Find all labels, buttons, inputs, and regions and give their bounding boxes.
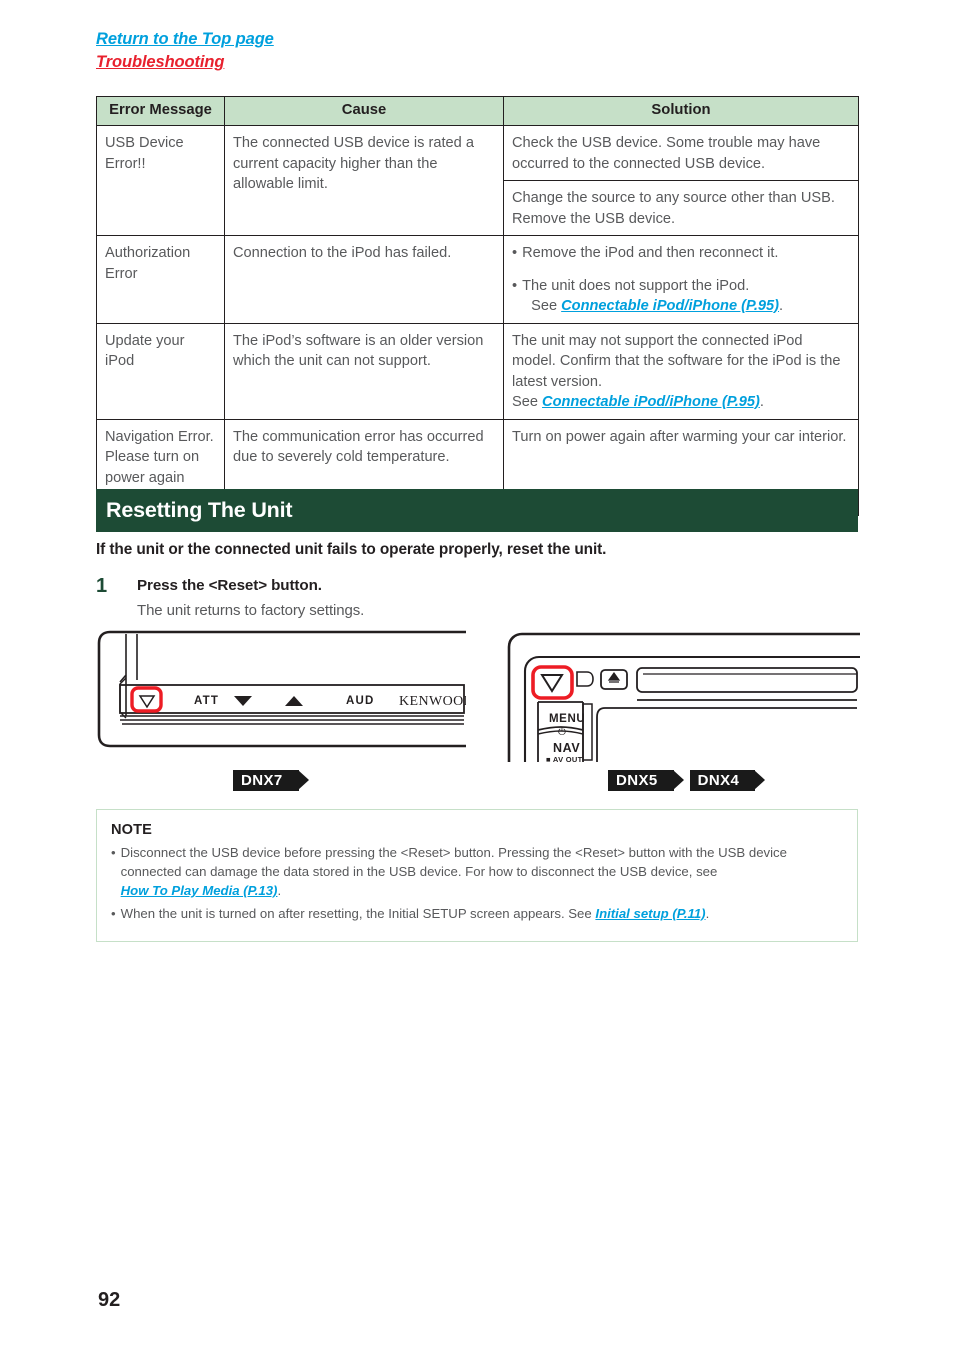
step-title: Press the <Reset> button. xyxy=(137,577,322,594)
reset-button-highlight xyxy=(531,665,574,700)
column-header-error-message: Error Message xyxy=(96,96,225,126)
note-text-before: When the unit is turned on after resetti… xyxy=(120,906,596,921)
model-badge-dnx4: DNX4 xyxy=(689,770,765,791)
solution-text: The unit may not support the connected i… xyxy=(512,332,841,390)
how-to-play-media-link[interactable]: How To Play Media (P.13) xyxy=(121,883,278,898)
cell-error-message: USB Device Error!! xyxy=(96,125,225,236)
table-row: Update your iPod The iPod’s software is … xyxy=(96,322,859,420)
model-badge-dnx5: DNX5 xyxy=(608,770,684,791)
cell-solution: • Remove the iPod and then reconnect it.… xyxy=(503,235,859,324)
note-box: NOTE • Disconnect the USB device before … xyxy=(96,809,858,942)
connectable-ipod-link[interactable]: Connectable iPod/iPhone (P.95) xyxy=(542,394,760,410)
solution-bullet: • The unit does not support the iPod. Se… xyxy=(512,276,850,317)
see-prefix: See xyxy=(512,394,543,410)
return-to-top-link[interactable]: Return to the Top page xyxy=(96,28,274,50)
dnx7-faceplate-drawing: ATT AUD KENWOOD xyxy=(97,630,466,748)
cell-solution: Check the USB device. Some trouble may h… xyxy=(503,125,859,181)
note-item-text: Disconnect the USB device before pressin… xyxy=(121,843,843,900)
label-menu: MENU xyxy=(549,713,585,725)
column-header-solution: Solution xyxy=(503,96,859,126)
initial-setup-link[interactable]: Initial setup (P.11) xyxy=(595,906,705,921)
see-reference: See Connectable iPod/iPhone (P.95). xyxy=(522,296,850,317)
label-av-out: ■ AV OUT xyxy=(546,755,583,762)
note-text-before: Disconnect the USB device before pressin… xyxy=(120,845,787,879)
step-number: 1 xyxy=(96,575,108,597)
table-row: Authorization Error Connection to the iP… xyxy=(96,235,859,324)
page-number: 92 xyxy=(98,1289,121,1311)
see-prefix: See xyxy=(531,298,562,314)
badge-row-left: DNX7 xyxy=(233,770,309,791)
dnx5-dnx4-faceplate-drawing: MENU ⏻ NAV ■ AV OUT xyxy=(507,632,860,762)
label-aud: AUD xyxy=(346,695,375,707)
label-att: ATT xyxy=(194,695,219,707)
illustration-dnx5-dnx4: MENU ⏻ NAV ■ AV OUT xyxy=(505,630,860,762)
section-title-bar: Resetting The Unit xyxy=(96,489,858,532)
column-header-cause: Cause xyxy=(224,96,504,126)
bullet-icon: • xyxy=(111,845,116,860)
step-description: The unit returns to factory settings. xyxy=(137,602,365,619)
label-nav: NAV xyxy=(553,741,580,755)
bullet-text: The unit does not support the iPod. See … xyxy=(522,276,850,317)
table-header-row: Error Message Cause Solution xyxy=(96,96,859,126)
bullet-icon: • xyxy=(512,245,518,261)
bullet-icon: • xyxy=(111,906,116,921)
power-icon: ⏻ xyxy=(558,727,566,738)
illustration-dnx7: ATT AUD KENWOOD xyxy=(96,630,466,762)
cell-solution: Change the source to any source other th… xyxy=(503,180,859,236)
note-text-after: . xyxy=(277,883,282,898)
cell-error-message: Update your iPod xyxy=(96,322,225,420)
note-text-after: . xyxy=(705,906,710,921)
note-item-text: When the unit is turned on after resetti… xyxy=(121,904,710,923)
troubleshooting-link[interactable]: Troubleshooting xyxy=(96,51,224,73)
cell-solution: The unit may not support the connected i… xyxy=(503,322,859,420)
see-suffix: . xyxy=(759,394,764,410)
note-title: NOTE xyxy=(111,822,152,838)
document-page: Return to the Top page Troubleshooting E… xyxy=(0,0,954,1354)
top-links: Return to the Top page Troubleshooting xyxy=(96,28,274,73)
bullet-text: Remove the iPod and then reconnect it. xyxy=(522,245,779,261)
see-suffix: . xyxy=(779,298,784,314)
solution-bullet: • Remove the iPod and then reconnect it. xyxy=(512,243,850,264)
section-title: Resetting The Unit xyxy=(106,498,293,522)
table-row: USB Device Error!! The connected USB dev… xyxy=(96,125,859,236)
section-lead-text: If the unit or the connected unit fails … xyxy=(96,541,607,558)
cell-cause: The iPod’s software is an older version … xyxy=(224,322,504,420)
connectable-ipod-link[interactable]: Connectable iPod/iPhone (P.95) xyxy=(561,298,779,314)
label-kenwood: KENWOOD xyxy=(399,694,466,709)
note-item: • When the unit is turned on after reset… xyxy=(111,904,843,923)
note-item: • Disconnect the USB device before press… xyxy=(111,843,843,900)
cell-cause: Connection to the iPod has failed. xyxy=(224,235,504,324)
cell-cause: The connected USB device is rated a curr… xyxy=(224,125,504,236)
model-badge-dnx7: DNX7 xyxy=(233,770,309,791)
badge-row-right: DNX5 DNX4 xyxy=(608,770,765,791)
error-message-table: Error Message Cause Solution USB Device … xyxy=(96,96,859,516)
bullet-icon: • xyxy=(512,277,518,294)
cell-error-message: Authorization Error xyxy=(96,235,225,324)
bullet-main-text: The unit does not support the iPod. xyxy=(522,277,750,294)
